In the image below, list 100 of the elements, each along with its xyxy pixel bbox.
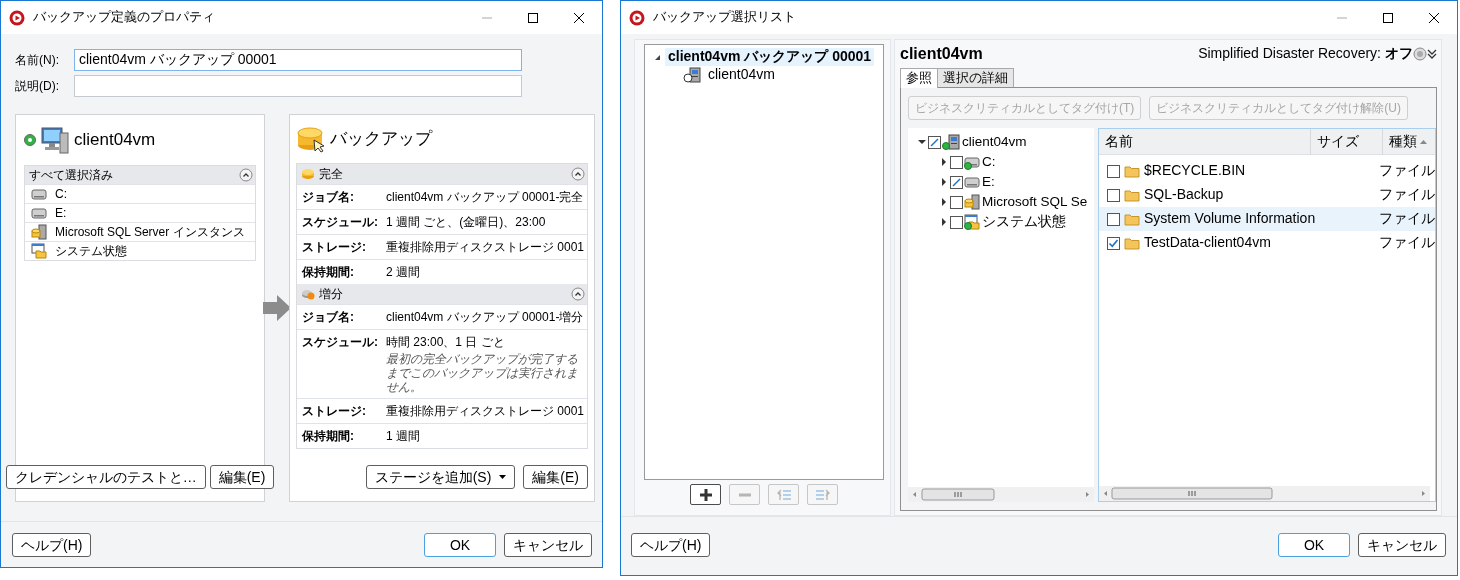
- name-field[interactable]: client04vm バックアップ 00001: [74, 49, 522, 71]
- detail-title: client04vm: [900, 44, 983, 64]
- collapse-arrow-icon[interactable]: [653, 53, 661, 61]
- item-label: C:: [55, 186, 67, 202]
- close-icon[interactable]: [574, 12, 584, 23]
- checkbox[interactable]: [928, 135, 941, 149]
- app-icon: [9, 9, 25, 26]
- field-label: スケジュール:: [302, 215, 379, 230]
- field-value: 1 週間 ごと、(金曜日)、23:00: [386, 215, 546, 230]
- column-header[interactable]: 名前: [1105, 133, 1133, 151]
- tree-item[interactable]: Microsoft SQL Se: [982, 193, 1088, 211]
- file-row[interactable]: $RECYCLE.BIN ファイル: [1099, 159, 1435, 183]
- field-label: 説明(D):: [15, 78, 60, 94]
- maximize-icon[interactable]: [528, 12, 538, 23]
- close-icon[interactable]: [1429, 12, 1439, 23]
- column-header[interactable]: 種類: [1389, 133, 1417, 151]
- checkbox[interactable]: [950, 155, 963, 169]
- file-name: $RECYCLE.BIN: [1144, 162, 1246, 180]
- window-title: バックアップ選択リスト: [653, 9, 797, 26]
- panel-title: client04vm: [74, 129, 156, 151]
- file-name: System Volume Information: [1144, 210, 1316, 228]
- note-text: 最初の完全バックアップが完了するまでこのバックアップは実行されません。: [386, 352, 579, 394]
- tree-item[interactable]: システム状態: [982, 213, 1066, 231]
- ok-button[interactable]: OK: [1278, 532, 1350, 557]
- cancel-button[interactable]: キャンセル: [504, 532, 592, 557]
- tab[interactable]: 参照: [900, 68, 938, 88]
- folder-icon: [1124, 212, 1140, 226]
- horizontal-scrollbar[interactable]: [908, 487, 1094, 502]
- field-label: スケジュール:: [302, 335, 379, 351]
- field-value: 重複排除用ディスクストレージ 0001: [386, 240, 585, 255]
- panel-title: バックアップ: [330, 128, 432, 150]
- cancel-button[interactable]: キャンセル: [1358, 532, 1446, 557]
- expand-arrow-icon[interactable]: [940, 178, 948, 186]
- checkbox[interactable]: [1107, 188, 1120, 202]
- tree-item[interactable]: client04vm バックアップ 00001: [665, 48, 875, 66]
- stage-title: 完全: [319, 166, 344, 182]
- plus-icon[interactable]: [698, 487, 713, 502]
- edit-button[interactable]: 編集(E): [209, 465, 275, 489]
- maximize-icon[interactable]: [1383, 12, 1393, 23]
- sdr-value: オフ: [1385, 45, 1413, 63]
- file-type: ファイル: [1379, 186, 1435, 204]
- computer-icon: [40, 125, 70, 155]
- expand-icon[interactable]: [1427, 49, 1437, 59]
- field-label: ジョブ名:: [302, 190, 355, 205]
- item-label: システム状態: [55, 243, 127, 259]
- tree-item[interactable]: client04vm: [705, 66, 778, 84]
- item-label: Microsoft SQL Server インスタンス: [55, 224, 245, 240]
- field-value: 時間 23:00、1 日 ごと: [386, 335, 506, 350]
- tree-item[interactable]: C:: [982, 153, 996, 171]
- checkbox[interactable]: [950, 215, 963, 229]
- tab[interactable]: 選択の詳細: [937, 68, 1014, 88]
- field-label: ストレージ:: [302, 240, 367, 255]
- file-row[interactable]: TestData-client04vm ファイル: [1099, 231, 1435, 255]
- app-icon: [629, 9, 645, 26]
- folder-icon: [1124, 236, 1140, 250]
- description-field[interactable]: [74, 75, 522, 97]
- ok-button[interactable]: OK: [424, 532, 496, 557]
- collapse-icon[interactable]: [571, 167, 585, 181]
- tree-item[interactable]: E:: [982, 173, 995, 191]
- folder-icon: [1124, 188, 1140, 202]
- file-row[interactable]: SQL-Backup ファイル: [1099, 183, 1435, 207]
- checkbox[interactable]: [1107, 164, 1120, 178]
- field-value: 1 週間: [386, 429, 420, 444]
- checkbox[interactable]: [1107, 212, 1120, 226]
- field-label: ジョブ名:: [302, 310, 355, 325]
- stage-title: 増分: [319, 286, 344, 302]
- system-icon: [31, 243, 47, 259]
- horizontal-scrollbar[interactable]: [1099, 486, 1430, 501]
- expand-arrow-icon[interactable]: [940, 218, 948, 226]
- field-value: 重複排除用ディスクストレージ 0001: [386, 404, 585, 419]
- field-label: 保持期間:: [302, 429, 355, 444]
- file-name: TestData-client04vm: [1144, 234, 1271, 252]
- field-label: 名前(N):: [15, 52, 60, 68]
- checkbox[interactable]: [950, 195, 963, 209]
- add-button[interactable]: [690, 484, 721, 505]
- field-value: client04vm バックアップ 00001-完全: [386, 190, 584, 205]
- field-label: 保持期間:: [302, 265, 355, 280]
- edit-button[interactable]: 編集(E): [523, 465, 588, 489]
- expand-arrow-icon[interactable]: [940, 158, 948, 166]
- field-value: client04vm バックアップ 00001-増分: [386, 310, 584, 325]
- checkbox[interactable]: [950, 175, 963, 189]
- collapse-arrow-icon[interactable]: [918, 138, 926, 146]
- expand-arrow-icon[interactable]: [940, 198, 948, 206]
- help-button[interactable]: ヘルプ(H): [12, 532, 92, 557]
- collapse-icon[interactable]: [571, 287, 585, 301]
- help-button[interactable]: ヘルプ(H): [631, 532, 711, 557]
- collapse-icon[interactable]: [239, 168, 253, 182]
- field-label: ストレージ:: [302, 404, 367, 419]
- caret-icon[interactable]: [499, 475, 507, 479]
- group-title: すべて選択済み: [29, 167, 114, 183]
- tree-item[interactable]: client04vm: [962, 133, 1027, 151]
- file-type: ファイル: [1379, 162, 1435, 180]
- test-credentials-button[interactable]: クレデンシャルのテストと…: [5, 465, 206, 489]
- sort-icon[interactable]: [1420, 140, 1427, 144]
- disc-icon: [301, 168, 315, 180]
- add-stage-button[interactable]: ステージを追加(S): [365, 465, 516, 489]
- checkbox[interactable]: [1107, 236, 1120, 250]
- column-header[interactable]: サイズ: [1317, 133, 1359, 151]
- file-row[interactable]: System Volume Information ファイル: [1099, 207, 1435, 231]
- file-type: ファイル: [1379, 234, 1435, 252]
